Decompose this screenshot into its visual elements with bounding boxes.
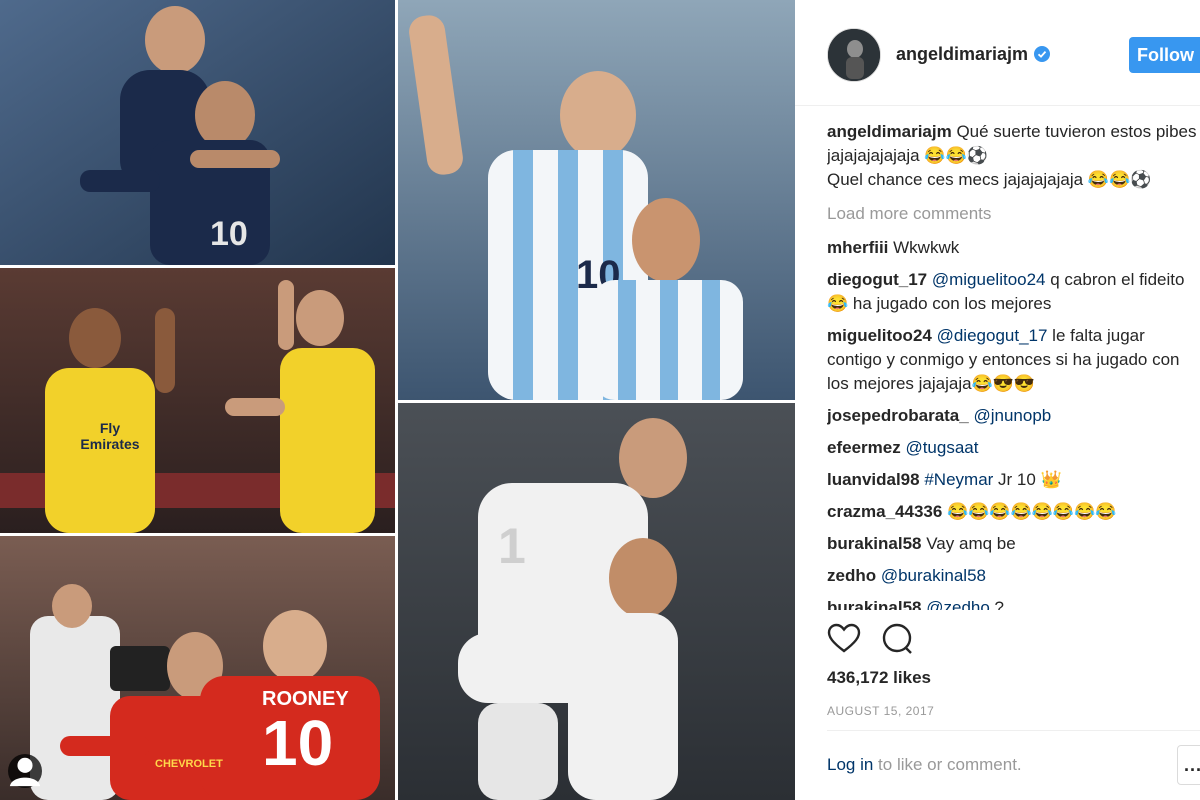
comment-text: ?: [989, 598, 1004, 610]
load-more-comments-button[interactable]: Load more comments: [827, 202, 1197, 226]
comment-username[interactable]: mherfiii: [827, 238, 888, 257]
comment-item: mherfiii Wkwkwk: [827, 236, 1197, 260]
login-prompt: Log in to like or comment.: [827, 755, 1022, 775]
comment-username[interactable]: diegogut_17: [827, 270, 927, 289]
comment-text: Wkwkwk: [893, 238, 960, 257]
comment-username[interactable]: josepedrobarata_: [827, 406, 969, 425]
comment-item: burakinal58 Vay amq be: [827, 532, 1197, 556]
comment-mention[interactable]: @miguelitoo24: [932, 270, 1046, 289]
photo-psg-yellow-celebration: Fly Emirates: [0, 268, 395, 533]
comment-hashtag[interactable]: #Neymar: [924, 470, 993, 489]
post-image[interactable]: 10 10 Fly Emirates ROONEY 10 CHEVROLET 1: [0, 0, 795, 800]
login-link[interactable]: Log in: [827, 755, 873, 774]
shirt-number: 10: [262, 707, 334, 779]
caption-text-2: Quel chance ces mecs jajajajajaja 😂😂⚽: [827, 170, 1152, 189]
caption-username[interactable]: angeldimariajm: [827, 122, 952, 141]
post-actions: [827, 622, 1187, 658]
tagged-user-icon[interactable]: [8, 754, 42, 788]
comment-username[interactable]: luanvidal98: [827, 470, 920, 489]
follow-button[interactable]: Follow: [1129, 37, 1200, 73]
comment-username[interactable]: burakinal58: [827, 534, 922, 553]
photo-psg-celebration: 10: [0, 0, 395, 265]
heart-icon[interactable]: [827, 622, 861, 656]
sponsor-text-2: CHEVROLET: [155, 758, 223, 770]
comment-item: burakinal58 @zedho ?: [827, 596, 1197, 610]
comment-item: crazma_44336 😂😂😂😂😂😂😂😂: [827, 500, 1197, 524]
comment-text: Jr 10 👑: [993, 470, 1062, 489]
comment-username[interactable]: miguelitoo24: [827, 326, 932, 345]
comment-mention[interactable]: @burakinal58: [881, 566, 986, 585]
svg-text:1: 1: [498, 518, 526, 574]
likes-count[interactable]: 436,172 likes: [827, 668, 931, 688]
sponsor-text: Fly Emirates: [80, 420, 140, 452]
comment-icon[interactable]: [881, 622, 915, 656]
avatar[interactable]: [827, 28, 881, 82]
comment-item: luanvidal98 #Neymar Jr 10 👑: [827, 468, 1197, 492]
comment-text: Vay amq be: [926, 534, 1016, 553]
comment-item: diegogut_17 @miguelitoo24 q cabron el fi…: [827, 268, 1197, 316]
photo-argentina-celebration: 10: [398, 0, 795, 400]
verified-badge-icon: [1034, 46, 1051, 62]
comments-list: angeldimariajm Qué suerte tuvieron estos…: [827, 120, 1197, 610]
post-date[interactable]: AUGUST 15, 2017: [827, 704, 934, 718]
login-prompt-text: to like or comment.: [873, 755, 1022, 774]
comment-username[interactable]: zedho: [827, 566, 876, 585]
comment-text: 😂😂😂😂😂😂😂😂: [947, 502, 1117, 521]
comment-item: efeermez @tugsaat: [827, 436, 1197, 460]
caption: angeldimariajm Qué suerte tuvieron estos…: [827, 120, 1197, 192]
username-text[interactable]: angeldimariajm: [896, 44, 1028, 64]
comment-item: miguelitoo24 @diegogut_17 le falta jugar…: [827, 324, 1197, 396]
comment-item: josepedrobarata_ @jnunopb: [827, 404, 1197, 428]
comment-mention[interactable]: @jnunopb: [973, 406, 1051, 425]
comment-mention[interactable]: @tugsaat: [905, 438, 978, 457]
comment-mention[interactable]: @zedho: [926, 598, 990, 610]
divider: [827, 730, 1200, 731]
username[interactable]: angeldimariajm: [896, 44, 1051, 65]
comment-username[interactable]: burakinal58: [827, 598, 922, 610]
post-header: angeldimariajm Follow: [795, 0, 1200, 106]
post-details-panel: angeldimariajm Follow angeldimariajm Qué…: [795, 0, 1200, 800]
more-options-button[interactable]: ...: [1177, 745, 1200, 785]
comment-mention[interactable]: @diegogut_17: [937, 326, 1048, 345]
svg-text:10: 10: [210, 215, 248, 253]
comment-item: zedho @burakinal58: [827, 564, 1197, 588]
photo-man-utd-celebration: ROONEY 10 CHEVROLET: [0, 536, 395, 800]
comment-username[interactable]: efeermez: [827, 438, 901, 457]
photo-real-madrid-celebration: 1: [398, 403, 795, 800]
comment-username[interactable]: crazma_44336: [827, 502, 942, 521]
